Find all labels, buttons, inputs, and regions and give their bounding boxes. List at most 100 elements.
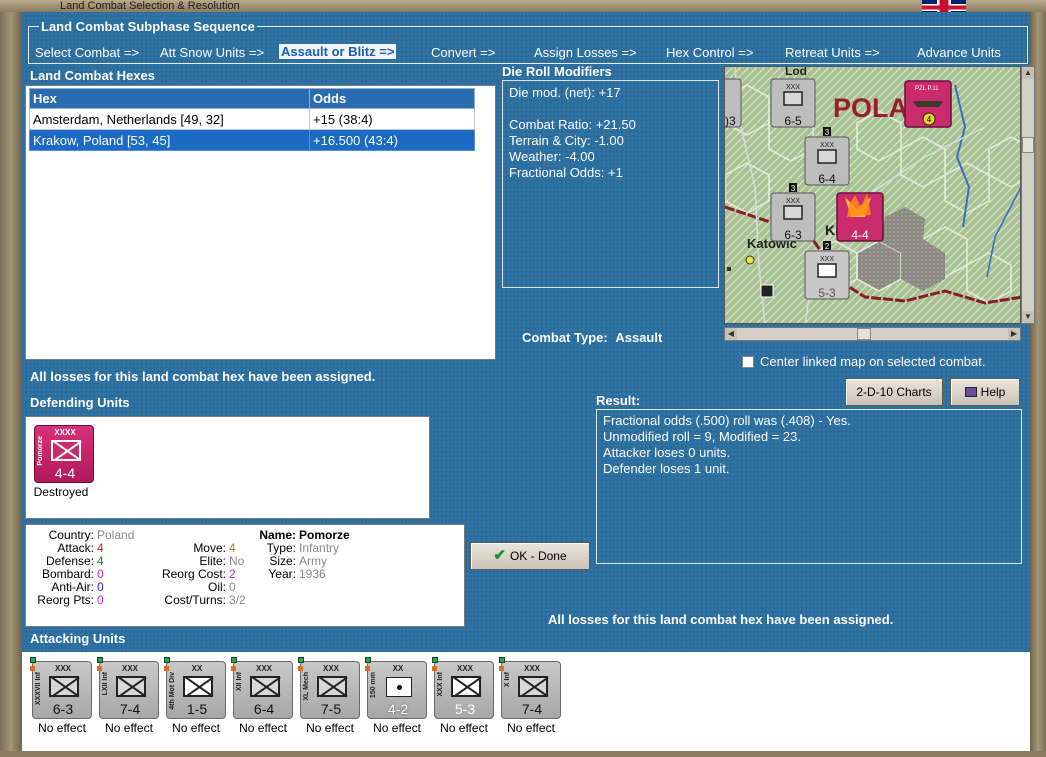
hexes-list: Hex Odds Amsterdam, Netherlands [49, 32]… (25, 85, 496, 360)
ok-done-label: OK - Done (509, 549, 567, 563)
stack-badge: 3 (823, 127, 831, 137)
map-counter-xxxvii-inf[interactable]: XXX 6-3 (770, 192, 816, 242)
infantry-symbol-icon (116, 676, 146, 697)
defending-unit-counter[interactable]: XXXX Pomorze 4-4 (34, 425, 94, 483)
unit-status: No effect (38, 721, 86, 735)
status-message-bottom: All losses for this land combat hex have… (548, 612, 894, 627)
info-value: 3/2 (229, 593, 246, 607)
help-button[interactable]: Help (950, 378, 1020, 406)
info-key: Year: (268, 567, 296, 581)
attacking-unit-counter[interactable]: XX 150 mm 4-2 (365, 657, 427, 719)
phase-step-convert[interactable]: Convert => (431, 45, 495, 60)
hex-cell[interactable]: Krakow, Poland [53, 45] (29, 129, 310, 151)
map-counter-xiii-inf[interactable]: XXX 6-4 (804, 136, 850, 186)
map-counter-pzl-p11[interactable]: PZL P.11 4 (904, 80, 952, 128)
infantry-symbol-icon (51, 440, 81, 461)
odds-cell[interactable]: +16.500 (43:4) (309, 129, 475, 151)
svg-text:6-5: 6-5 (784, 114, 802, 128)
map-label-city: Lod (785, 67, 807, 78)
frame-bottom (0, 751, 1046, 757)
linked-map[interactable]: POLA Krak Katowic Lod XXX 6-5 XXX 6-4 XX… (724, 66, 1021, 324)
dialog-body: Land Combat Subphase Sequence Select Com… (22, 12, 1035, 751)
unit-strength: 6-4 (253, 701, 275, 717)
modifier-line: Fractional Odds: +1 (509, 165, 623, 180)
unit-name: LXII Inf (102, 672, 109, 696)
unit-name: 150 mm (370, 672, 377, 699)
phase-sequence: Land Combat Subphase Sequence Select Com… (28, 19, 1028, 64)
attacking-unit-counter[interactable]: XXX XL Mech 7-5 (298, 657, 360, 719)
scroll-down-icon[interactable]: ▼ (1022, 311, 1034, 323)
unit-size: XXX (54, 664, 71, 673)
svg-text:XXX: XXX (786, 84, 800, 91)
infantry-symbol-icon (451, 676, 481, 697)
map-counter-partial[interactable]: 3)3 (725, 78, 742, 128)
attacking-unit-counter[interactable]: XXX XXXVII Inf 6-3 (30, 657, 92, 719)
result-line: Fractional odds (.500) roll was (.408) -… (603, 413, 851, 428)
infantry-symbol-icon (518, 676, 548, 697)
unit-status: No effect (507, 721, 555, 735)
svg-text:5-3: 5-3 (818, 286, 836, 300)
combat-type-value: Assault (615, 330, 663, 345)
table-row[interactable]: Amsterdam, Netherlands [49, 32] +15 (38:… (29, 108, 475, 130)
phase-step-att-snow-units[interactable]: Att Snow Units => (160, 45, 264, 60)
attacking-unit-counter[interactable]: XXX XXX Inf 5-3 (432, 657, 494, 719)
stack-badge: 2 (823, 241, 831, 251)
map-vertical-scrollbar[interactable]: ▲ ▼ (1021, 66, 1035, 324)
odds-cell[interactable]: +15 (38:4) (309, 108, 475, 130)
scroll-thumb[interactable] (1022, 137, 1034, 153)
unit-status: No effect (306, 721, 354, 735)
modifiers-panel: Die mod. (net): +17 Combat Ratio: +21.50… (502, 80, 719, 288)
info-value: 1936 (299, 567, 326, 581)
charts-button[interactable]: 2-D-10 Charts (845, 378, 943, 406)
scroll-up-icon[interactable]: ▲ (1022, 67, 1034, 79)
unit-size: XX (191, 664, 203, 673)
unit-name: XXX Inf (437, 672, 444, 697)
scroll-thumb[interactable] (857, 328, 871, 340)
table-row-selected[interactable]: Krakow, Poland [53, 45] +16.500 (43:4) (29, 129, 475, 151)
phase-step-hex-control[interactable]: Hex Control => (666, 45, 753, 60)
map-counter-xxx-inf[interactable]: XXX 5-3 (804, 250, 850, 300)
unit-strength: 4-2 (387, 701, 409, 717)
unit-status: No effect (239, 721, 287, 735)
svg-text:PZL P.11: PZL P.11 (915, 86, 939, 92)
phase-step-retreat-units[interactable]: Retreat Units => (785, 45, 880, 60)
unit-size: XXX (456, 664, 473, 673)
svg-text:XXX: XXX (820, 256, 834, 263)
svg-text:3: 3 (825, 128, 830, 137)
phase-step-advance-units[interactable]: Advance Units (917, 45, 1001, 60)
frame-left (0, 12, 22, 757)
combat-type-label: Combat Type: (522, 330, 608, 345)
result-line: Unmodified roll = 9, Modified = 23. (603, 429, 801, 444)
ok-done-button[interactable]: ✔ OK - Done (470, 542, 590, 570)
unit-strength: 7-4 (521, 701, 543, 717)
attacking-unit-counter[interactable]: XX 4th Mot Div 1-5 (164, 657, 226, 719)
svg-text:XXX: XXX (820, 142, 834, 149)
phase-sequence-title: Land Combat Subphase Sequence (39, 19, 257, 34)
window-title: Land Combat Selection & Resolution (0, 0, 1046, 12)
map-counter-v-mot[interactable]: XXX 6-5 (770, 78, 816, 128)
attacking-unit-counter[interactable]: XXX XII Inf 6-4 (231, 657, 293, 719)
center-map-option[interactable]: Center linked map on selected combat. (742, 354, 985, 369)
map-horizontal-scrollbar[interactable]: ◀ ▶ (724, 327, 1021, 341)
info-value: 0 (97, 593, 104, 607)
scroll-left-icon[interactable]: ◀ (725, 328, 737, 340)
phase-step-assign-losses[interactable]: Assign Losses => (534, 45, 637, 60)
svg-text:3)3: 3)3 (725, 114, 736, 128)
center-map-checkbox[interactable] (742, 356, 754, 368)
phase-step-assault-or-blitz[interactable]: Assault or Blitz => (279, 44, 397, 59)
attacking-unit-counter[interactable]: XXX X Inf 7-4 (499, 657, 561, 719)
phase-step-select-combat[interactable]: Select Combat => (35, 45, 139, 60)
unit-strength: 4-4 (54, 465, 76, 481)
unit-status: No effect (373, 721, 421, 735)
map-counter-pomorze[interactable]: 4-4 (836, 192, 884, 242)
map-canvas[interactable]: POLA Krak Katowic Lod XXX 6-5 XXX 6-4 XX… (725, 67, 1021, 324)
unit-name: X Inf (504, 672, 511, 688)
unit-size: XXXX (54, 428, 76, 437)
svg-text:XXX: XXX (786, 198, 800, 205)
hex-cell[interactable]: Amsterdam, Netherlands [49, 32] (29, 108, 310, 130)
column-header-hex[interactable]: Hex (29, 88, 310, 109)
map-label-country: POLA (833, 93, 908, 123)
scroll-right-icon[interactable]: ▶ (1008, 328, 1020, 340)
attacking-unit-counter[interactable]: XXX LXII Inf 7-4 (97, 657, 159, 719)
column-header-odds[interactable]: Odds (309, 88, 475, 109)
